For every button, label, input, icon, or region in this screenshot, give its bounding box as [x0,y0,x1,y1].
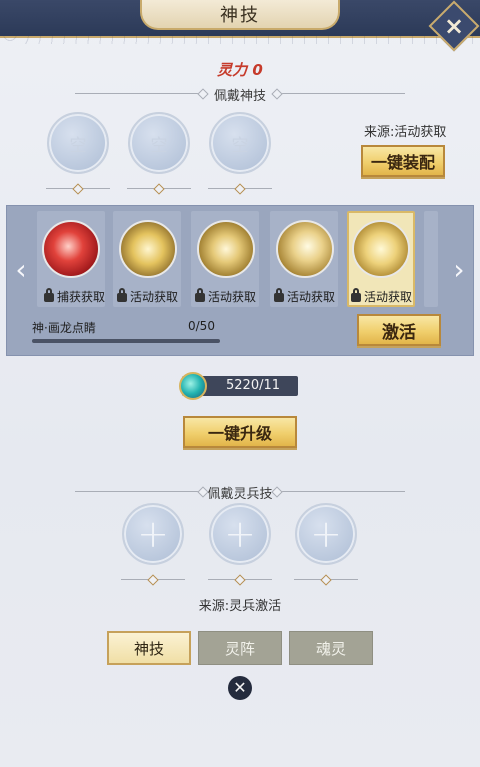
lock-icon [195,288,205,302]
close-icon: × [443,11,465,40]
skill-label-3: 活动获取 [195,288,256,305]
title-plate: 神技 [140,0,340,30]
spirit-coin-icon [179,372,207,400]
skill-label-text: 活动获取 [208,290,257,304]
slot-empty-label: 空 [69,135,87,156]
skill-label-text: 活动获取 [364,290,413,304]
weapon-section-title: 佩戴灵兵技 [0,483,480,502]
equip-slot-2[interactable]: 空 [128,112,190,174]
weapon-slot-2[interactable]: + [209,503,271,565]
slot-pedestal [127,184,191,196]
chevron-left-icon[interactable]: ‹ [12,253,30,286]
slot-pedestal [294,575,358,587]
equip-section-title: 佩戴神技 [0,85,480,104]
tab-divine-skill[interactable]: 神技 [107,631,191,665]
close-icon: ✕ [233,678,247,697]
weapon-source-label: 来源:灵兵激活 [198,599,282,614]
skill-panel: 神技 × 灵力 0 佩戴神技 空 空 空 来源:活动获取 一键装配 ‹ › 捕获… [0,0,480,767]
weapon-section-title-text: 佩戴灵兵技 [207,487,273,502]
skill-orb-2 [197,220,255,278]
lock-icon [117,288,127,302]
slot-pedestal [121,575,185,587]
page-title: 神技 [220,5,260,26]
activate-button[interactable]: 激活 [357,314,441,346]
equip-section-title-text: 佩戴神技 [213,89,266,104]
slot-pedestal [208,575,272,587]
skill-label-text: 活动获取 [287,290,336,304]
skill-label-5: 活动获取 [351,288,412,305]
skill-progress-text: 0/50 [188,319,215,333]
currency-value: 5220/11 [226,378,281,393]
skill-label-2: 活动获取 [117,288,178,305]
skill-label-4: 活动获取 [274,288,335,305]
power-value: 灵力 0 [217,61,263,79]
skill-card-partial[interactable] [424,211,438,307]
selected-skill-name: 神·画龙点睛 [32,321,96,335]
skill-orb-3 [276,220,334,278]
slot-pedestal [46,184,110,196]
plus-icon: + [310,512,342,556]
slot-empty-label: 空 [150,135,168,156]
lock-icon [351,288,361,302]
weapon-slot-1[interactable]: + [122,503,184,565]
tab-spirit-array[interactable]: 灵阵 [198,631,282,665]
auto-equip-button[interactable]: 一键装配 [361,145,445,177]
slot-pedestal [208,184,272,196]
equip-slot-1[interactable]: 空 [47,112,109,174]
tab-soul[interactable]: 魂灵 [289,631,373,665]
lock-icon [44,288,54,302]
skill-orb-capture [42,220,100,278]
slot-empty-label: 空 [231,135,249,156]
lock-icon [274,288,284,302]
skill-label-text: 活动获取 [130,290,179,304]
plus-icon: + [137,512,169,556]
skill-label-1: 捕获获取 [44,288,105,305]
close-bottom-button[interactable]: ✕ [228,676,252,700]
chevron-right-icon[interactable]: › [450,253,468,286]
skill-label-text: 捕获获取 [57,290,106,304]
skill-orb-4 [352,220,410,278]
weapon-slot-3[interactable]: + [295,503,357,565]
equip-slot-3[interactable]: 空 [209,112,271,174]
skill-orb-1 [119,220,177,278]
skill-progress-bar [32,339,220,343]
plus-icon: + [224,512,256,556]
equip-source-label: 来源:活动获取 [364,125,447,140]
upgrade-all-button[interactable]: 一键升级 [183,416,297,448]
